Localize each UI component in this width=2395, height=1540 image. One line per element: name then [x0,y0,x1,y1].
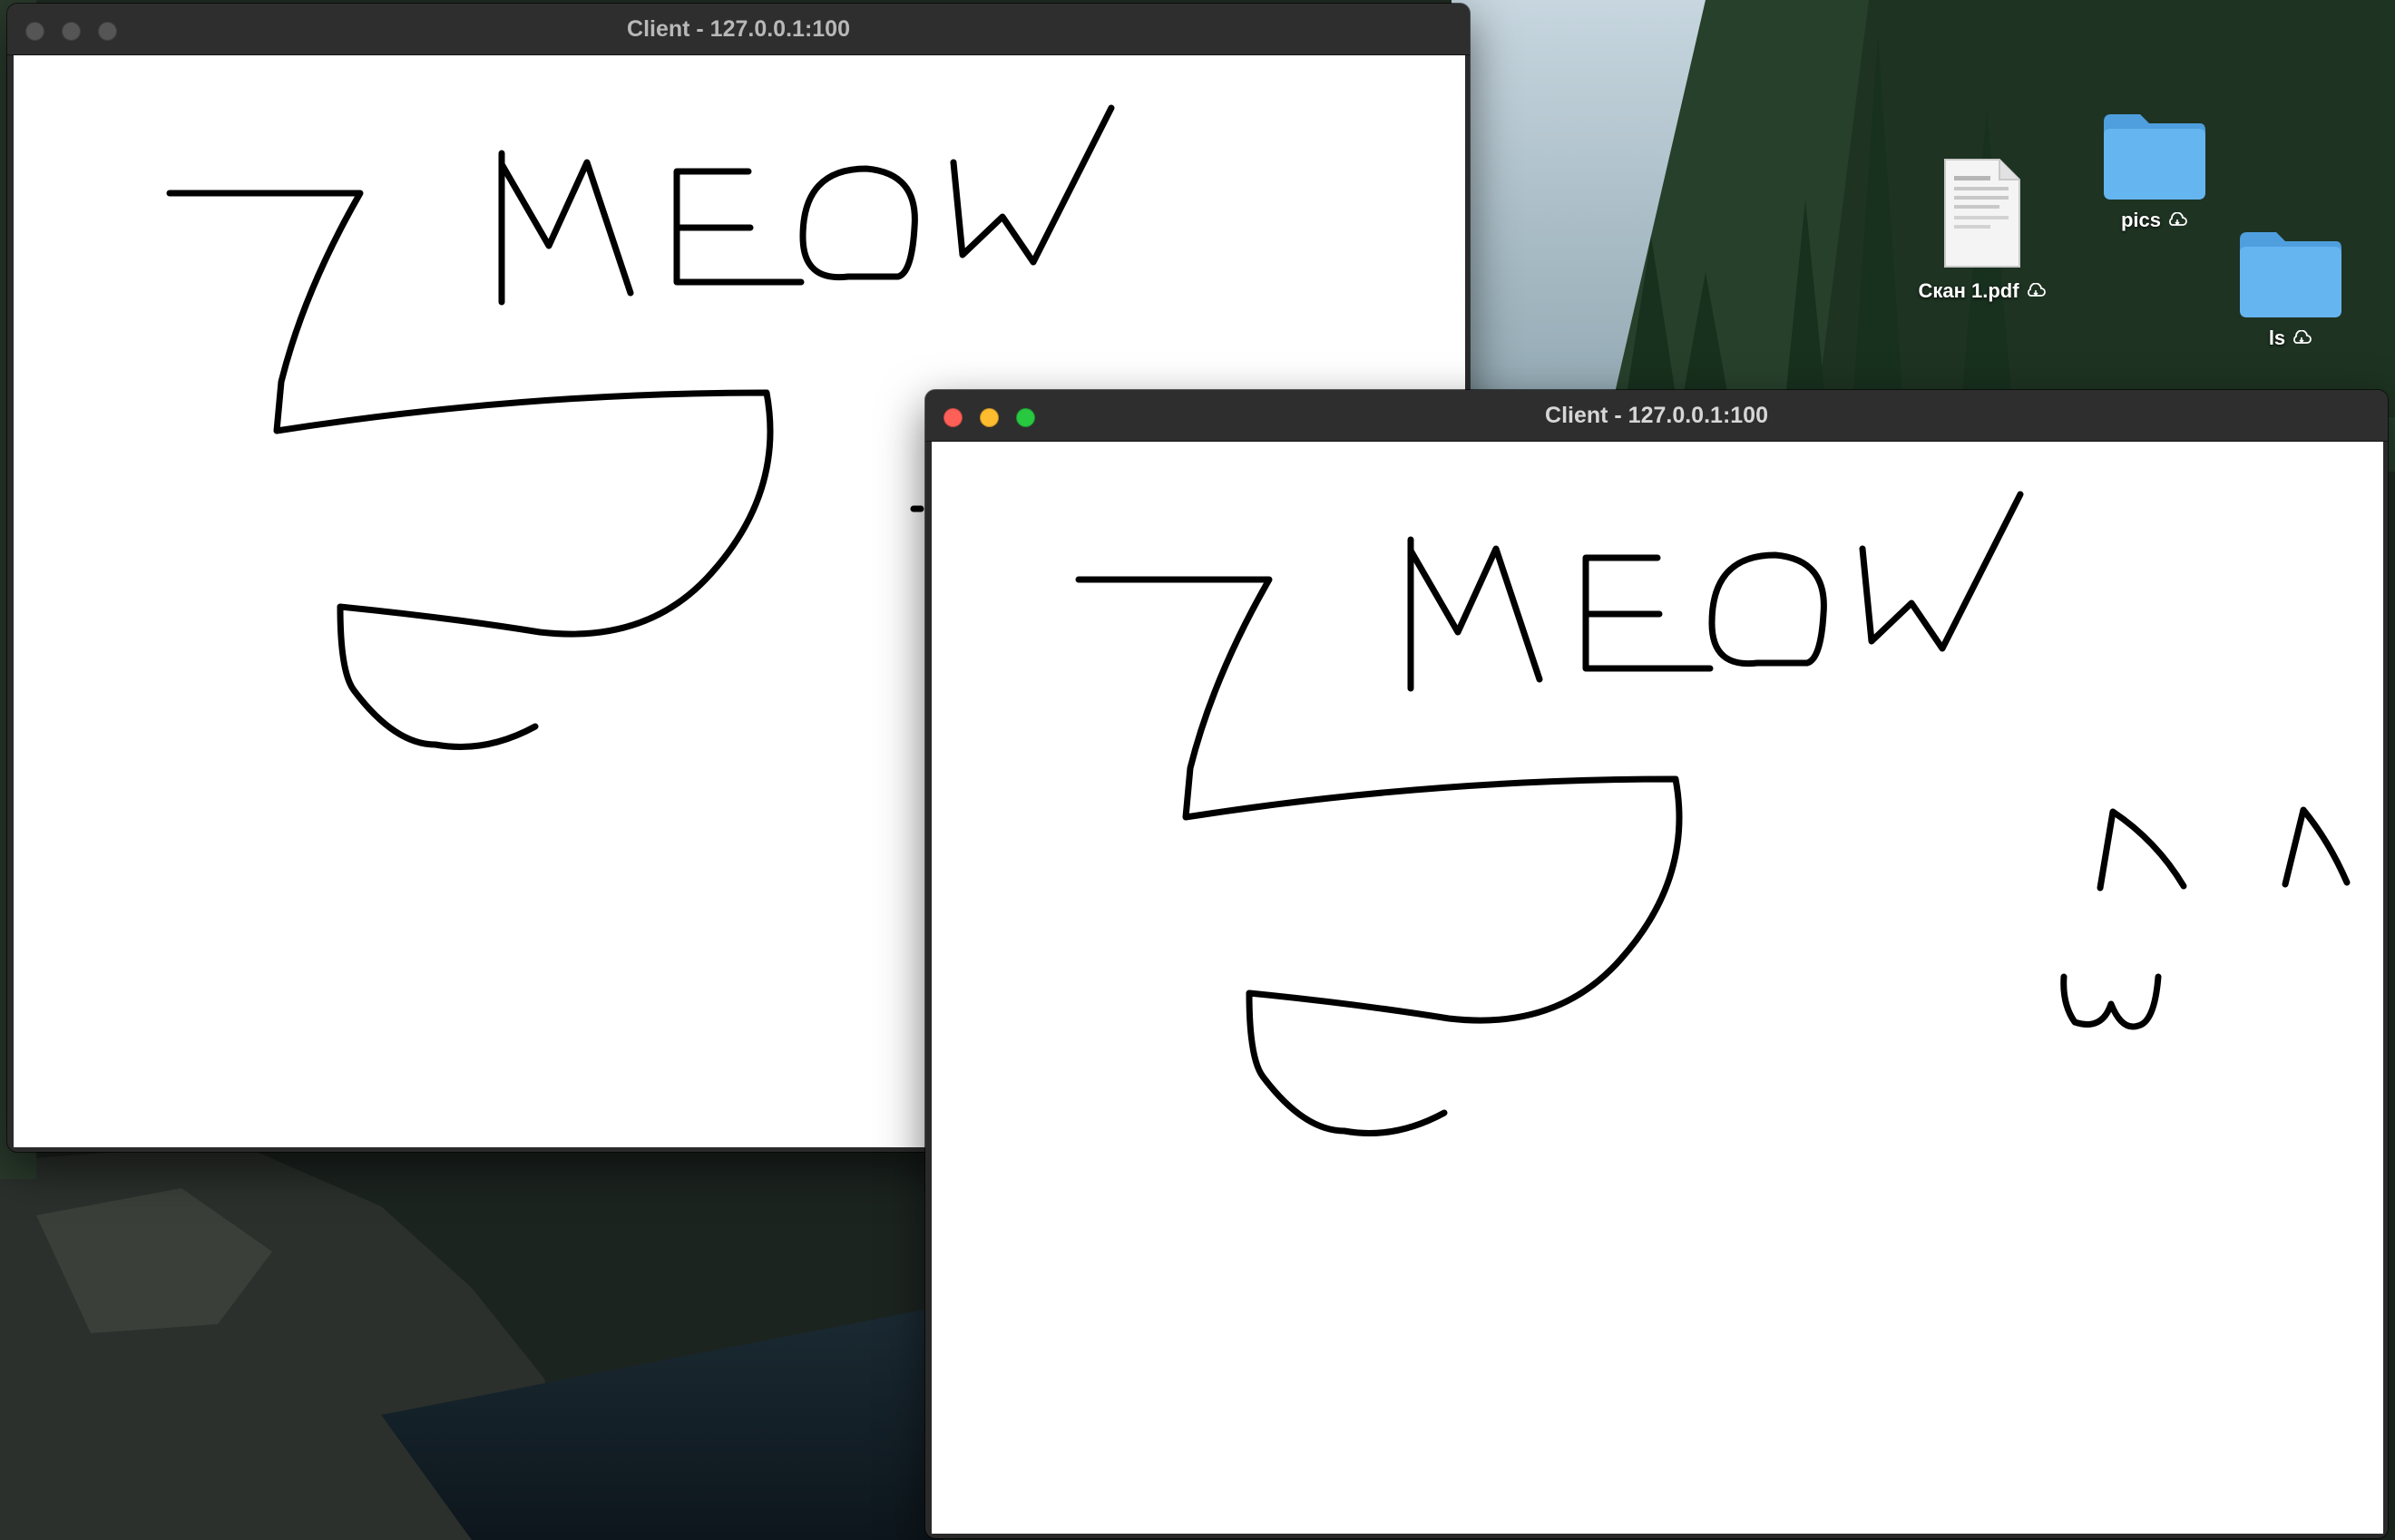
folder-icon [2240,232,2341,317]
icloud-download-icon [2293,330,2312,344]
window-titlebar[interactable]: Client - 127.0.0.1:100 [7,4,1470,55]
folder-icon [2104,114,2205,200]
icloud-download-icon [2027,283,2046,297]
desktop-icon-pics[interactable]: pics [2087,109,2223,232]
window-titlebar[interactable]: Client - 127.0.0.1:100 [925,390,2388,442]
drawing-canvas[interactable] [932,442,2383,1534]
client-window-foreground[interactable]: Client - 127.0.0.1:100 [925,390,2388,1538]
icloud-download-icon [2169,212,2187,226]
desktop-icon-label: ls [2268,327,2286,349]
desktop-icon-scan-pdf[interactable]: Скан 1.pdf [1896,156,2068,303]
desktop-icon-ls[interactable]: ls [2223,227,2359,350]
pdf-document-icon [1944,159,2020,268]
desktop-icon-label: pics [2120,209,2162,231]
window-title: Client - 127.0.0.1:100 [627,16,850,42]
drawing-strokes [1075,491,2351,1136]
window-title: Client - 127.0.0.1:100 [1545,403,1768,428]
desktop-icon-label: Скан 1.pdf [1918,279,2019,302]
